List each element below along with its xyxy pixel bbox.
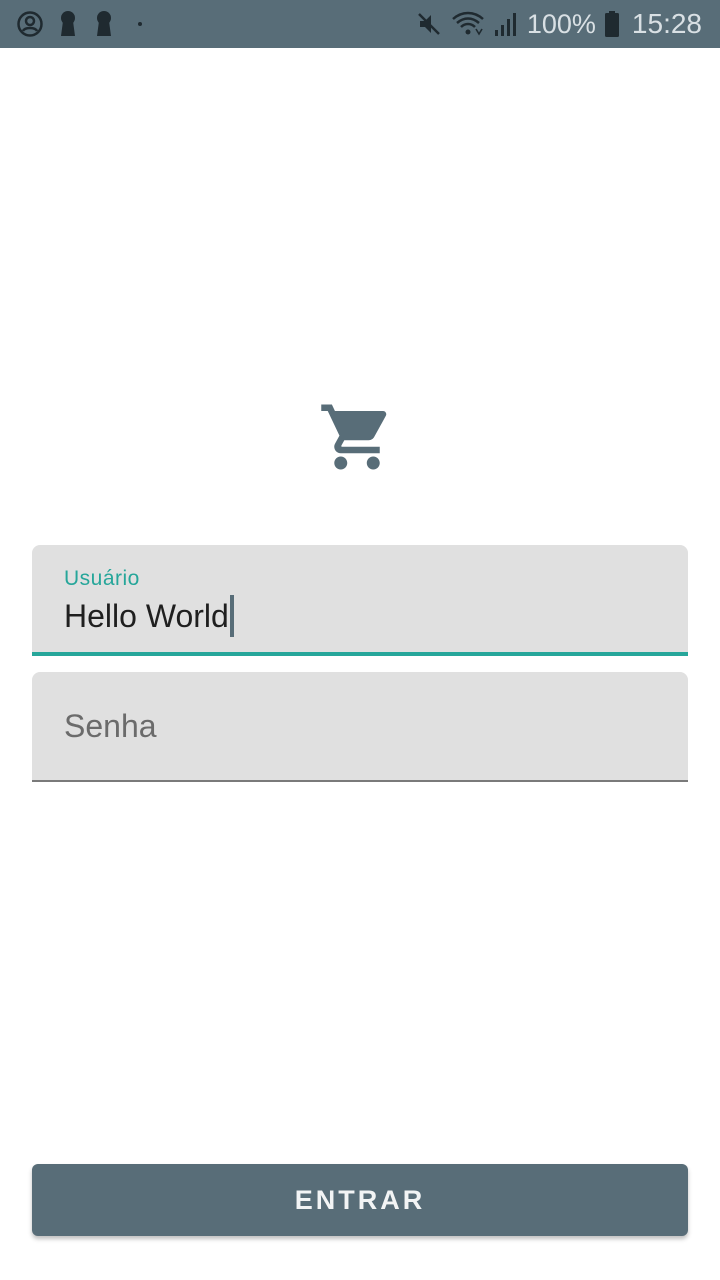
text-cursor (229, 595, 234, 637)
dot-icon (136, 20, 144, 28)
username-field[interactable]: Usuário Hello World (32, 545, 688, 656)
username-label: Usuário (64, 567, 140, 590)
battery-percent: 100% (526, 8, 596, 39)
password-placeholder: Senha (64, 708, 157, 744)
account-circle-icon (16, 10, 44, 38)
username-input[interactable]: Hello World (64, 598, 229, 635)
signal-icon (493, 10, 519, 38)
shopping-cart-icon (318, 398, 396, 476)
enter-button[interactable]: ENTRAR (32, 1164, 688, 1236)
keyhole-icon (56, 10, 80, 38)
wifi-icon (451, 10, 485, 38)
password-field[interactable]: Senha (32, 672, 688, 782)
status-bar: 100% 15:28 (0, 0, 720, 48)
status-left-icons (16, 9, 144, 39)
status-time: 15:28 (631, 8, 702, 39)
mute-icon (415, 10, 443, 38)
battery-icon (604, 10, 620, 38)
status-right-icons: 100% 15:28 (415, 6, 702, 42)
keyhole-icon (92, 10, 116, 38)
username-value-row: Hello World (64, 595, 234, 637)
